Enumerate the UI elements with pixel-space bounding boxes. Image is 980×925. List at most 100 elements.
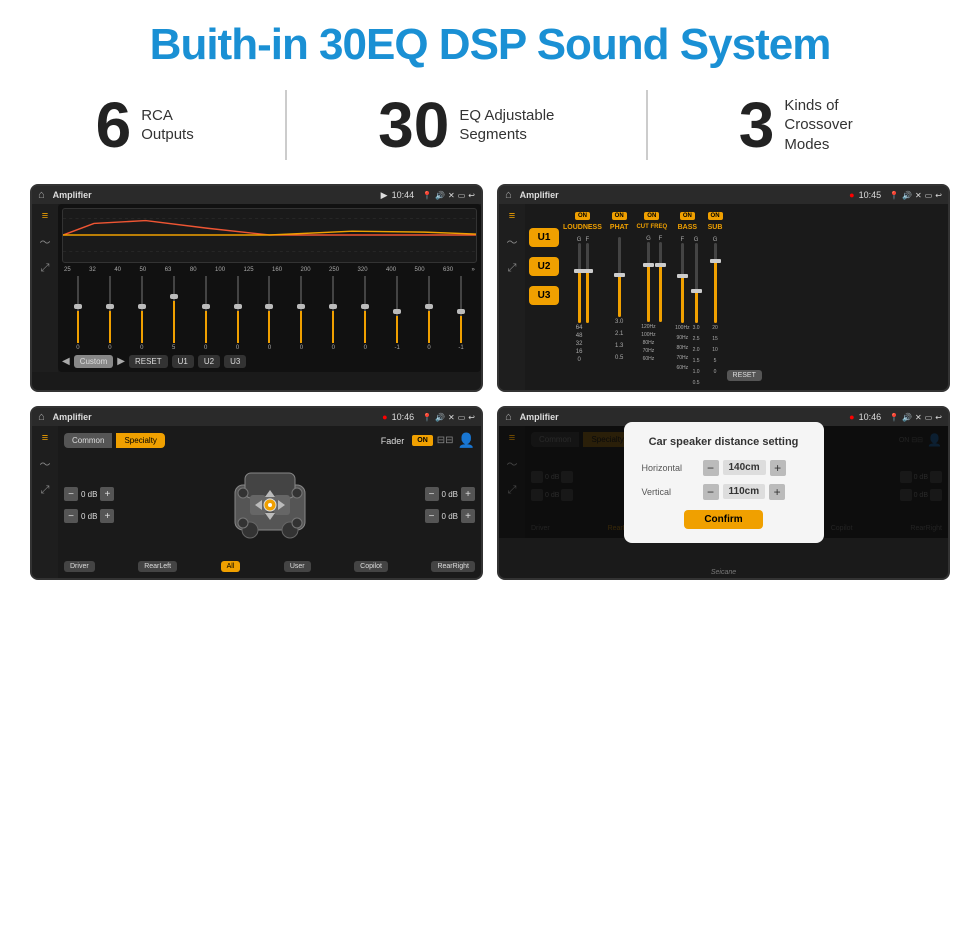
eq-icon-3[interactable]: ≡ bbox=[42, 432, 48, 444]
eq-slider-5[interactable]: 0 bbox=[224, 276, 252, 351]
wave-icon-3[interactable]: 〜 bbox=[40, 456, 51, 472]
left-top-minus[interactable]: − bbox=[64, 487, 78, 501]
loudness-on[interactable]: ON bbox=[575, 212, 590, 220]
freq-630: 630 bbox=[443, 267, 453, 273]
freq-expand[interactable]: » bbox=[472, 267, 475, 273]
wave-icon-2[interactable]: 〜 bbox=[507, 234, 518, 250]
eq-slider-0[interactable]: 0 bbox=[64, 276, 92, 351]
eq-slider-12[interactable]: -1 bbox=[447, 276, 475, 351]
eq-bottom-bar: ◀ Custom ▶ RESET U1 U2 U3 bbox=[62, 355, 477, 368]
statusbar-3: ⌂ Amplifier ● 10:46 📍 🔊 ✕ ▭ ↩ bbox=[32, 408, 481, 426]
fader-on-toggle[interactable]: ON bbox=[412, 435, 433, 446]
horizontal-control: − 140cm + bbox=[703, 460, 786, 476]
phat-on[interactable]: ON bbox=[612, 212, 627, 220]
loudness-faders: G 64 48 32 16 bbox=[576, 237, 589, 363]
rec-dot-4: ● bbox=[849, 412, 854, 422]
home-icon-4[interactable]: ⌂ bbox=[505, 411, 512, 423]
user-button[interactable]: User bbox=[284, 561, 311, 572]
freq-400: 400 bbox=[386, 267, 396, 273]
horizontal-minus[interactable]: − bbox=[703, 460, 719, 476]
eq-slider-1[interactable]: 0 bbox=[96, 276, 124, 351]
rearright-button[interactable]: RearRight bbox=[431, 561, 475, 572]
right-top-val: 0 dB bbox=[442, 490, 458, 499]
right-top-plus[interactable]: + bbox=[461, 487, 475, 501]
eq-slider-7[interactable]: 0 bbox=[287, 276, 315, 351]
eq-val-1: 0 bbox=[108, 345, 111, 351]
u3-button-1[interactable]: U3 bbox=[224, 355, 246, 368]
sub-rail[interactable] bbox=[714, 243, 717, 323]
copilot-button[interactable]: Copilot bbox=[354, 561, 388, 572]
screen-eq: ⌂ Amplifier ▶ 10:44 📍 🔊 ✕ ▭ ↩ ≡ 〜 ⤢ bbox=[30, 184, 483, 392]
fader-content: Common Specialty Fader ON ⊟⊟ 👤 − bbox=[58, 426, 481, 578]
eq-slider-11[interactable]: 0 bbox=[415, 276, 443, 351]
eq-slider-3[interactable]: 5 bbox=[160, 276, 188, 351]
all-button[interactable]: All bbox=[221, 561, 241, 572]
eq-val-3: 5 bbox=[172, 345, 175, 351]
eq-slider-4[interactable]: 0 bbox=[192, 276, 220, 351]
location-icon-3: 📍 bbox=[422, 413, 432, 422]
vertical-row: Vertical − 110cm + bbox=[642, 484, 806, 500]
vertical-minus[interactable]: − bbox=[703, 484, 719, 500]
eq-slider-8[interactable]: 0 bbox=[319, 276, 347, 351]
u1-button-2[interactable]: U1 bbox=[529, 228, 559, 247]
expand-icon-1[interactable]: ⤢ bbox=[41, 262, 50, 275]
home-icon-1[interactable]: ⌂ bbox=[38, 189, 45, 201]
loudness-rail-f[interactable] bbox=[586, 243, 589, 323]
sub-on[interactable]: ON bbox=[708, 212, 723, 220]
bass-rail-f[interactable] bbox=[681, 243, 684, 323]
bass-on[interactable]: ON bbox=[680, 212, 695, 220]
bass-rail-g[interactable] bbox=[695, 243, 698, 323]
left-bottom-minus[interactable]: − bbox=[64, 509, 78, 523]
horizontal-value: 140cm bbox=[723, 460, 766, 475]
eq-slider-2[interactable]: 0 bbox=[128, 276, 156, 351]
horizontal-plus[interactable]: + bbox=[770, 460, 786, 476]
eq-slider-10[interactable]: -1 bbox=[383, 276, 411, 351]
cutfreq-on[interactable]: ON bbox=[644, 212, 659, 220]
left-top-plus[interactable]: + bbox=[100, 487, 114, 501]
custom-button[interactable]: Custom bbox=[74, 355, 114, 368]
rearleft-button[interactable]: RearLeft bbox=[138, 561, 177, 572]
eq-container: 25 32 40 50 63 80 100 125 160 200 250 32… bbox=[58, 204, 481, 372]
bass-faders: F 100Hz 90Hz 80Hz 70H bbox=[675, 237, 699, 386]
confirm-button[interactable]: Confirm bbox=[684, 510, 762, 529]
driver-button[interactable]: Driver bbox=[64, 561, 95, 572]
expand-icon-3[interactable]: ⤢ bbox=[41, 484, 50, 497]
home-icon-3[interactable]: ⌂ bbox=[38, 411, 45, 423]
phat-fader: 3.0 2.1 1.3 0.5 bbox=[615, 237, 623, 361]
back-icon-3: ↩ bbox=[468, 413, 475, 422]
right-bottom-minus[interactable]: − bbox=[425, 509, 439, 523]
home-icon-2[interactable]: ⌂ bbox=[505, 189, 512, 201]
u2-button-2[interactable]: U2 bbox=[529, 257, 559, 276]
loudness-rail-g[interactable] bbox=[578, 243, 581, 323]
specialty-tab[interactable]: Specialty bbox=[116, 433, 164, 448]
eq-icon-1[interactable]: ≡ bbox=[42, 210, 48, 222]
left-top-db: − 0 dB + bbox=[64, 487, 114, 501]
car-svg bbox=[215, 455, 325, 555]
sub-faders: G 20 15 10 5 bbox=[712, 237, 718, 375]
right-top-minus[interactable]: − bbox=[425, 487, 439, 501]
prev-button[interactable]: ◀ bbox=[62, 356, 70, 367]
eq-slider-6[interactable]: 0 bbox=[256, 276, 284, 351]
right-bottom-plus[interactable]: + bbox=[461, 509, 475, 523]
freq-160: 160 bbox=[272, 267, 282, 273]
u3-button-2[interactable]: U3 bbox=[529, 286, 559, 305]
cutfreq-rail-f[interactable] bbox=[659, 242, 662, 322]
u1-button-1[interactable]: U1 bbox=[172, 355, 194, 368]
loudness-fader-g: G 64 48 32 16 bbox=[576, 237, 583, 363]
left-bottom-plus[interactable]: + bbox=[100, 509, 114, 523]
phat-rail[interactable] bbox=[618, 237, 621, 317]
cutfreq-rail-g[interactable] bbox=[647, 242, 650, 322]
vertical-plus[interactable]: + bbox=[769, 484, 785, 500]
left-top-val: 0 dB bbox=[81, 490, 97, 499]
next-button[interactable]: ▶ bbox=[117, 356, 125, 367]
u2-button-1[interactable]: U2 bbox=[198, 355, 220, 368]
reset-button-2[interactable]: RESET bbox=[727, 370, 762, 381]
right-top-db: − 0 dB + bbox=[425, 487, 475, 501]
common-tab[interactable]: Common bbox=[64, 433, 112, 448]
freq-63: 63 bbox=[165, 267, 172, 273]
eq-slider-9[interactable]: 0 bbox=[351, 276, 379, 351]
reset-button-1[interactable]: RESET bbox=[129, 355, 168, 368]
wave-icon-1[interactable]: 〜 bbox=[40, 234, 51, 250]
expand-icon-2[interactable]: ⤢ bbox=[508, 262, 517, 275]
eq-icon-2[interactable]: ≡ bbox=[509, 210, 515, 222]
